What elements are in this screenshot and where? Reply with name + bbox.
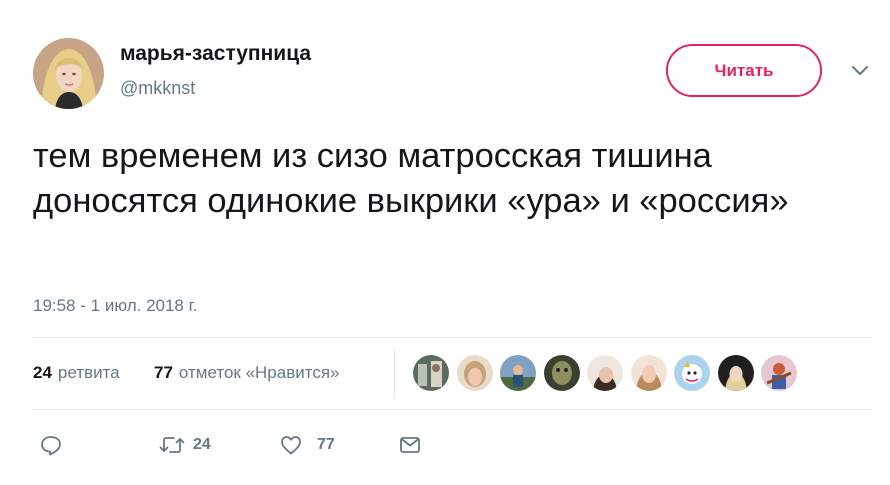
likes-count: 77: [154, 363, 173, 382]
reply-button[interactable]: [39, 425, 63, 465]
stats-row: 24 ретвита 77 отметок «Нравится»: [33, 337, 873, 409]
like-count: 77: [317, 436, 335, 453]
message-icon: [400, 437, 420, 453]
likes-label: отметок «Нравится»: [178, 363, 340, 382]
retweet-button[interactable]: 24: [159, 425, 211, 465]
liker-avatar[interactable]: [587, 355, 623, 391]
direct-message-button[interactable]: [398, 425, 422, 465]
retweet-count: 24: [193, 436, 211, 453]
like-button[interactable]: 77: [279, 425, 335, 465]
retweets-count: 24: [33, 363, 52, 382]
tweet-timestamp[interactable]: 19:58 - 1 июл. 2018 г.: [33, 296, 197, 316]
retweet-icon: [159, 437, 185, 453]
follow-button[interactable]: Читать: [666, 44, 822, 97]
liker-avatar[interactable]: [413, 355, 449, 391]
likers-avatars: [413, 355, 805, 391]
likes-stat[interactable]: 77 отметок «Нравится»: [154, 337, 340, 409]
liker-avatar[interactable]: [674, 355, 710, 391]
tweet-text: тем временем из сизо матросская тишина д…: [33, 137, 789, 220]
retweets-stat[interactable]: 24 ретвита: [33, 337, 120, 409]
heart-icon: [281, 436, 301, 455]
chevron-down-icon[interactable]: [848, 62, 872, 80]
liker-avatar[interactable]: [761, 355, 797, 391]
tweet-actions: 24 77: [33, 425, 873, 465]
liker-avatar[interactable]: [500, 355, 536, 391]
author-name[interactable]: марья-заступница: [120, 42, 311, 66]
author-avatar[interactable]: [33, 38, 104, 109]
liker-avatar[interactable]: [630, 355, 667, 391]
liker-avatar[interactable]: [543, 355, 580, 391]
liker-avatar[interactable]: [456, 355, 493, 391]
liker-avatar[interactable]: [717, 355, 754, 391]
reply-icon: [41, 436, 61, 456]
divider: [33, 409, 873, 410]
stats-divider: [394, 347, 395, 399]
author-handle[interactable]: @mkknst: [120, 78, 195, 99]
retweets-label: ретвита: [57, 363, 120, 382]
